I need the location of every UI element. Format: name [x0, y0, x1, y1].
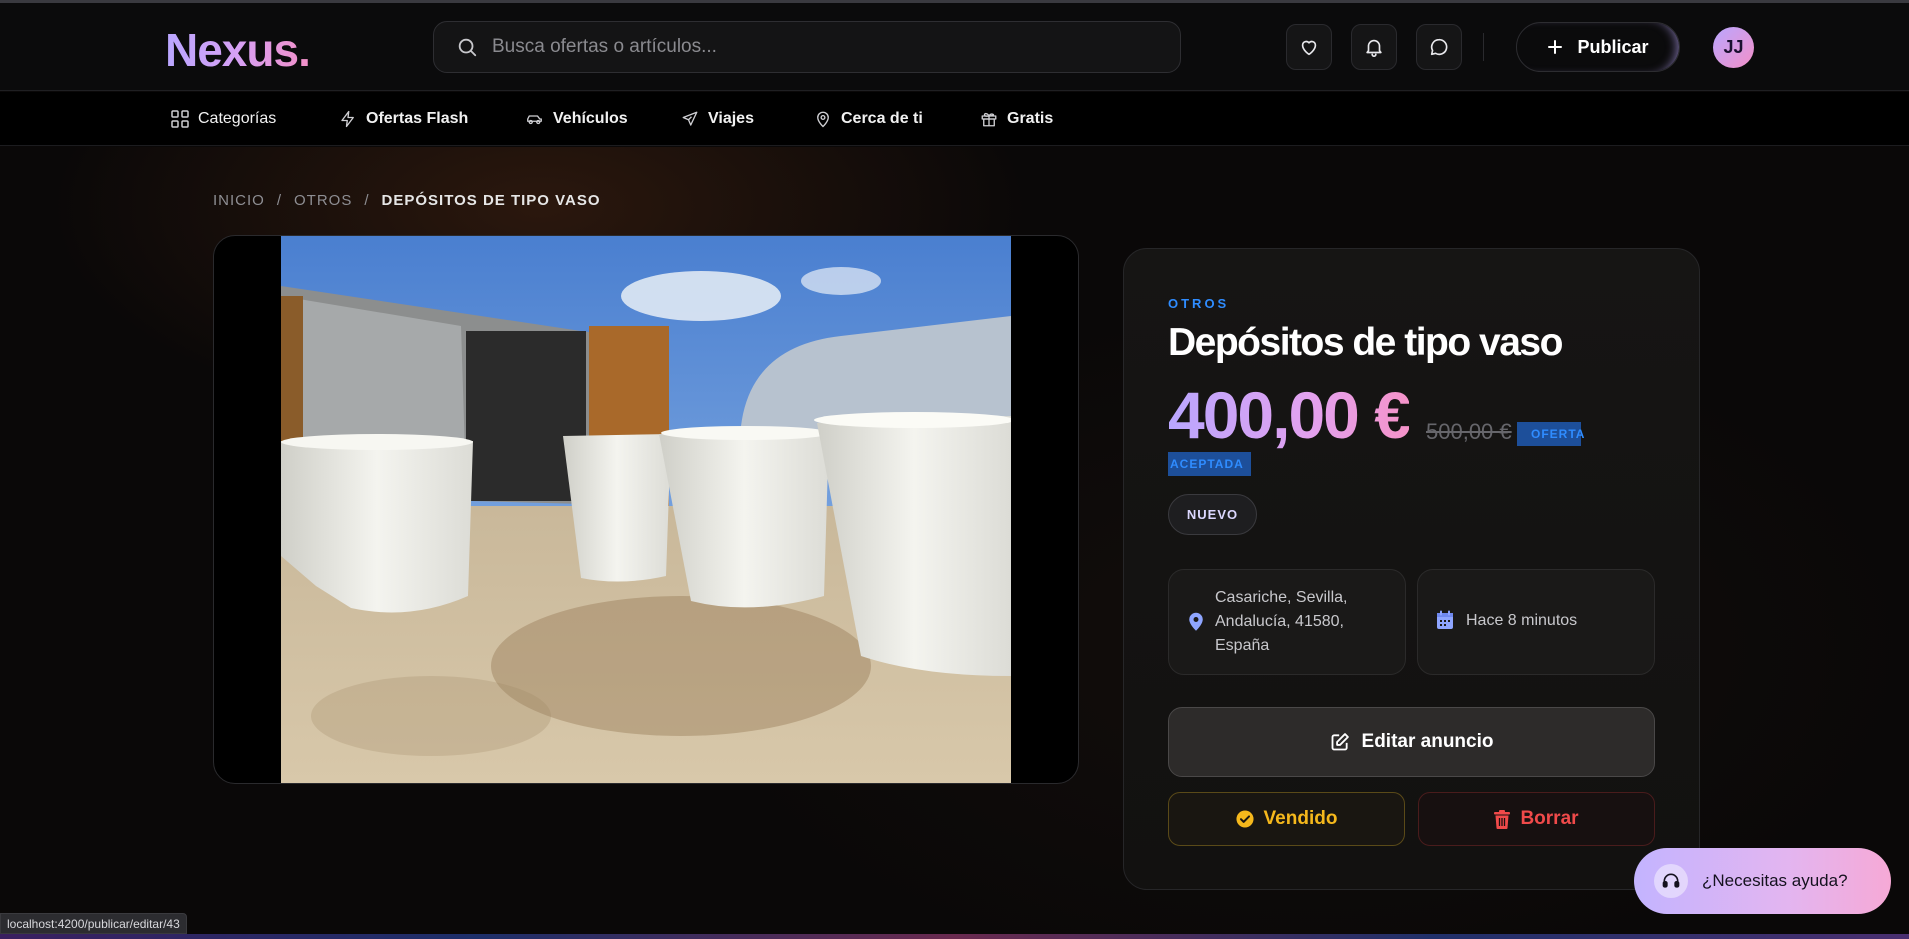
bottom-edge-strip	[0, 934, 1909, 939]
mark-sold-label: Vendido	[1263, 808, 1338, 829]
plus-icon	[1548, 40, 1563, 54]
location-text: Casariche, Sevilla, Andalucía, 41580, Es…	[1215, 589, 1348, 654]
nav-item-viajes[interactable]: Viajes	[681, 106, 754, 132]
edit-icon	[1331, 733, 1349, 751]
nav-label: Cerca de ti	[841, 110, 923, 127]
nav-label: Vehículos	[553, 110, 628, 127]
nav-label: Viajes	[708, 110, 754, 127]
messages-button[interactable]	[1416, 24, 1462, 70]
edit-listing-button[interactable]: Editar anuncio	[1168, 707, 1655, 777]
heart-icon	[1301, 40, 1317, 56]
nav-label: Ofertas Flash	[366, 110, 469, 127]
search-bar[interactable]	[433, 21, 1181, 73]
posted-time-text: Hace 8 minutos	[1466, 612, 1578, 629]
listing-old-price: 500,00 €	[1426, 419, 1512, 444]
nav-item-cerca-de-ti[interactable]: Cerca de ti	[814, 106, 923, 132]
category-nav: Categorías Ofertas Flash Vehículos Viaje…	[0, 92, 1909, 146]
grid-icon	[171, 110, 189, 128]
breadcrumb: INICIO / OTROS / DEPÓSITOS DE TIPO VASO	[213, 192, 601, 209]
nav-item-gratis[interactable]: Gratis	[980, 106, 1053, 132]
bell-icon	[1366, 39, 1382, 57]
delete-listing-button[interactable]: Borrar	[1418, 792, 1655, 846]
map-pin-icon	[817, 111, 829, 128]
lightning-icon	[341, 110, 354, 128]
help-label: ¿Necesitas ayuda?	[1702, 871, 1848, 890]
gift-icon	[981, 112, 997, 127]
nav-label: Categorías	[198, 110, 277, 127]
publish-button[interactable]: Publicar	[1516, 22, 1680, 72]
breadcrumb-separator: /	[364, 192, 370, 209]
listing-detail-card: OTROS Depósitos de tipo vaso 400,00 € 50…	[1123, 248, 1700, 890]
mark-sold-button[interactable]: Vendido	[1168, 792, 1405, 846]
help-button[interactable]: ¿Necesitas ayuda?	[1634, 848, 1891, 914]
map-pin-icon	[1189, 612, 1203, 631]
listing-image-card[interactable]	[213, 235, 1079, 784]
browser-status-bar: localhost:4200/publicar/editar/43	[0, 913, 187, 934]
user-avatar[interactable]: JJ	[1713, 27, 1754, 68]
favorites-button[interactable]	[1286, 24, 1332, 70]
nav-item-ofertas-flash[interactable]: Ofertas Flash	[339, 106, 468, 132]
publish-label: Publicar	[1577, 36, 1649, 57]
plane-icon	[682, 111, 698, 126]
breadcrumb-category[interactable]: OTROS	[294, 192, 352, 209]
listing-category: OTROS	[1168, 296, 1230, 311]
offer-accepted-badge: OFERTA	[1517, 422, 1584, 446]
condition-badge: NUEVO	[1168, 494, 1257, 535]
nav-item-categorias[interactable]: Categorías	[171, 106, 276, 132]
nav-label: Gratis	[1007, 110, 1054, 127]
search-icon	[458, 38, 477, 57]
trash-icon	[1494, 809, 1511, 829]
listing-photo	[281, 236, 1011, 783]
offer-accepted-badge-cont: ACEPTADA	[1168, 452, 1251, 476]
delete-listing-label: Borrar	[1520, 808, 1579, 829]
nexus-logo[interactable]: Nexus.	[165, 23, 311, 77]
edit-listing-label: Editar anuncio	[1361, 731, 1494, 752]
nav-item-vehiculos[interactable]: Vehículos	[525, 106, 628, 132]
listing-price: 400,00 €	[1168, 378, 1411, 452]
chat-icon	[1430, 38, 1448, 56]
search-input[interactable]	[492, 36, 1132, 58]
listing-title: Depósitos de tipo vaso	[1168, 321, 1563, 364]
breadcrumb-current: DEPÓSITOS DE TIPO VASO	[381, 192, 601, 209]
breadcrumb-home[interactable]: INICIO	[213, 192, 265, 209]
breadcrumb-separator: /	[276, 192, 283, 209]
check-circle-icon	[1235, 810, 1254, 828]
headset-icon	[1654, 864, 1688, 898]
calendar-icon	[1437, 610, 1453, 629]
notifications-button[interactable]	[1351, 24, 1397, 70]
location-box: Casariche, Sevilla, Andalucía, 41580, Es…	[1168, 569, 1406, 675]
header-divider	[1483, 33, 1484, 61]
posted-time-box: Hace 8 minutos	[1417, 569, 1655, 675]
car-icon	[527, 115, 542, 125]
top-header: Nexus. Publicar JJ	[0, 3, 1909, 91]
